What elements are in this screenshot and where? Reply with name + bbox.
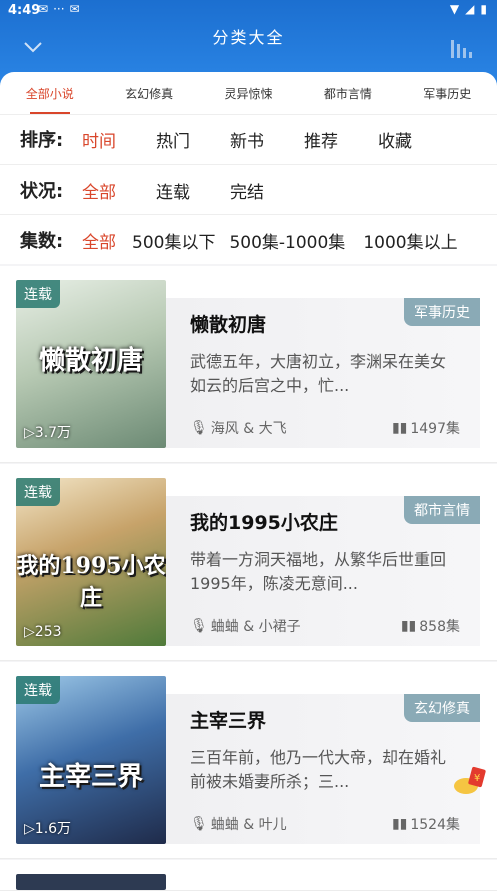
narrators-text: 蛐蛐 & 小裙子 [210, 619, 301, 635]
app-notification-icon-2: ✉ [69, 2, 80, 16]
book-card[interactable] [0, 860, 497, 891]
episodes-option-500-1000[interactable]: 500集-1000集 [229, 228, 345, 253]
red-packet-icon[interactable]: ¥ [452, 764, 488, 796]
filter-panel: 全部小说 玄幻修真 灵异惊悚 都市言情 军事历史 排序: 时间 热门 新书 推荐… [0, 72, 497, 264]
sort-option-favorite[interactable]: 收藏 [378, 127, 412, 152]
microphone-icon: 🎙 [190, 816, 208, 832]
play-count-value: 253 [34, 624, 62, 640]
tab-fantasy[interactable]: 玄幻修真 [119, 85, 179, 102]
episodes-row: 集数: 全部 500集以下 500集-1000集 1000集以上 [20, 215, 458, 265]
tab-all[interactable]: 全部小说 [20, 85, 80, 102]
narrators-text: 海风 & 大飞 [210, 421, 287, 437]
system-icons: ▼ ◢ ▮ [450, 2, 487, 16]
sort-option-new[interactable]: 新书 [230, 127, 264, 152]
status-option-ongoing[interactable]: 连载 [156, 178, 190, 203]
book-title: 懒散初唐 [190, 314, 267, 336]
episode-count: ▮▮ 858集 [401, 616, 460, 636]
microphone-icon: 🎙 [190, 618, 208, 634]
status-bar: 4:49 ✉ ··· ✉ ▼ ◢ ▮ [0, 0, 497, 22]
episode-count-text: 858集 [419, 619, 460, 635]
status-label: 状况: [20, 181, 64, 202]
play-count: ▷3.7万 [24, 425, 72, 441]
book-info: 玄幻修真 主宰三界 三百年前，他乃一代大帝，却在婚礼前被未婚妻所杀；三... 🎙… [166, 694, 480, 844]
book-cover[interactable]: 懒散初唐 连载 ▷3.7万 [16, 280, 166, 448]
book-description: 武德五年，大唐初立，李渊呆在美女如云的后宫之中，忙... [190, 352, 447, 395]
wifi-icon: ▼ [449, 2, 460, 16]
book-title: 主宰三界 [190, 710, 267, 732]
episodes-option-over-1000[interactable]: 1000集以上 [363, 228, 457, 253]
sort-option-time[interactable]: 时间 [82, 127, 116, 152]
category-tag: 玄幻修真 [404, 694, 480, 722]
episode-count-text: 1524集 [410, 817, 460, 833]
tab-military[interactable]: 军事历史 [417, 85, 477, 102]
cover-title-art: 我的1995小农庄 [16, 553, 166, 611]
sort-option-hot[interactable]: 热门 [156, 127, 190, 152]
sort-row: 排序: 时间 热门 新书 推荐 收藏 [20, 114, 452, 164]
book-cover[interactable] [16, 874, 166, 890]
book-card[interactable]: 主宰三界 连载 ▷1.6万 玄幻修真 主宰三界 三百年前，他乃一代大帝，却在婚礼… [0, 662, 497, 859]
book-description: 带着一方洞天福地，从繁华后世重回1995年，陈凌无意间... [190, 550, 447, 593]
play-count-value: 1.6万 [34, 821, 72, 837]
page-title: 分类大全 [212, 28, 285, 47]
serial-badge: 连载 [16, 478, 60, 506]
book-card[interactable]: 我的1995小农庄 连载 ▷253 都市言情 我的1995小农庄 带着一方洞天福… [0, 464, 497, 661]
tab-urban[interactable]: 都市言情 [318, 85, 378, 102]
bars-icon: ▮▮ [391, 420, 408, 436]
battery-icon: ▮ [480, 2, 487, 16]
book-card[interactable]: 懒散初唐 连载 ▷3.7万 军事历史 懒散初唐 武德五年，大唐初立，李渊呆在美女… [0, 266, 497, 463]
cover-title-art: 主宰三界 [38, 762, 143, 792]
category-tag: 军事历史 [404, 298, 480, 326]
app-notification-icon: ✉ [38, 2, 49, 16]
serial-badge: 连载 [16, 280, 60, 308]
book-info: 军事历史 懒散初唐 武德五年，大唐初立，李渊呆在美女如云的后宫之中，忙... 🎙… [166, 298, 480, 448]
sort-label: 排序: [20, 130, 64, 151]
narrators: 🎙 蛐蛐 & 小裙子 [190, 616, 301, 636]
category-tag: 都市言情 [404, 496, 480, 524]
book-description: 三百年前，他乃一代大帝，却在婚礼前被未婚妻所杀；三... [190, 748, 447, 791]
tab-horror[interactable]: 灵异惊悚 [218, 85, 278, 102]
status-time: 4:49 [8, 3, 41, 18]
episode-count: ▮▮ 1497集 [392, 418, 460, 438]
more-notifications-icon: ··· [53, 2, 65, 16]
episodes-option-under-500[interactable]: 500集以下 [132, 228, 215, 253]
bars-icon: ▮▮ [391, 816, 408, 832]
narrators: 🎙 海风 & 大飞 [190, 418, 287, 438]
bars-icon: ▮▮ [400, 618, 417, 634]
status-option-all[interactable]: 全部 [82, 178, 116, 203]
sort-option-recommend[interactable]: 推荐 [304, 127, 338, 152]
signal-icon: ◢ [465, 2, 475, 16]
book-cover[interactable]: 我的1995小农庄 连载 ▷253 [16, 478, 166, 646]
episode-count: ▮▮ 1524集 [392, 814, 460, 834]
cover-title-art: 懒散初唐 [38, 346, 143, 376]
episodes-label: 集数: [20, 231, 64, 252]
serial-badge: 连载 [16, 676, 60, 704]
notification-icons: ✉ ··· ✉ [38, 2, 80, 16]
book-title: 我的1995小农庄 [190, 512, 338, 534]
chevron-down-icon[interactable] [22, 36, 44, 58]
episodes-option-all[interactable]: 全部 [82, 228, 116, 253]
book-cover[interactable]: 主宰三界 连载 ▷1.6万 [16, 676, 166, 844]
rank-bars-icon[interactable] [449, 36, 475, 58]
status-row: 状况: 全部 连载 完结 [20, 165, 304, 215]
play-count: ▷253 [24, 624, 62, 640]
book-info: 都市言情 我的1995小农庄 带着一方洞天福地，从繁华后世重回1995年，陈凌无… [166, 496, 480, 646]
category-tabs: 全部小说 玄幻修真 灵异惊悚 都市言情 军事历史 [0, 72, 497, 115]
play-count: ▷1.6万 [24, 821, 72, 837]
svg-text:¥: ¥ [474, 773, 480, 784]
microphone-icon: 🎙 [190, 420, 208, 436]
play-count-value: 3.7万 [34, 425, 72, 441]
narrators-text: 蛐蛐 & 叶儿 [210, 817, 287, 833]
episode-count-text: 1497集 [410, 421, 460, 437]
narrators: 🎙 蛐蛐 & 叶儿 [190, 814, 287, 834]
status-option-finished[interactable]: 完结 [230, 178, 264, 203]
